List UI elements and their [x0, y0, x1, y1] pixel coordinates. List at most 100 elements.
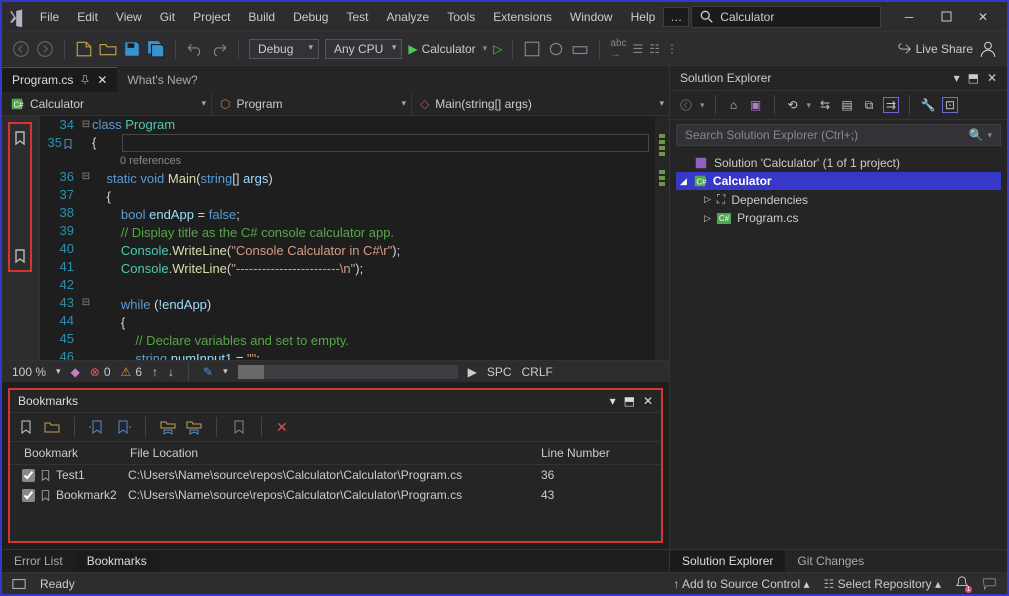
se-close-icon[interactable]: ✕ — [987, 71, 997, 85]
nav-up-icon[interactable]: ↑ — [152, 365, 158, 379]
se-pin-icon[interactable]: ⬒ — [968, 71, 979, 85]
maximize-button[interactable] — [928, 5, 964, 29]
menu-git[interactable]: Git — [152, 6, 183, 28]
se-options-icon[interactable]: ▾ — [954, 71, 960, 85]
se-copy-icon[interactable]: ⧉ — [861, 97, 877, 113]
menu-overflow-button[interactable]: … — [663, 7, 689, 27]
bookmark-glyph-icon[interactable] — [12, 130, 28, 146]
se-show-all-icon[interactable]: ▤ — [839, 97, 855, 113]
brush-icon[interactable]: ✎ — [203, 365, 213, 379]
panel-close-icon[interactable]: ✕ — [643, 394, 653, 408]
new-icon[interactable] — [75, 40, 93, 58]
nav-down-icon[interactable]: ↓ — [168, 365, 174, 379]
output-icon[interactable] — [12, 578, 26, 590]
zoom[interactable]: 100 % — [12, 365, 46, 379]
bookmark-delete-icon[interactable]: ✕ — [276, 419, 288, 436]
bookmark-toggle-icon[interactable] — [18, 419, 34, 435]
se-tree[interactable]: Solution 'Calculator' (1 of 1 project) ◢… — [670, 150, 1007, 549]
notifications-icon[interactable]: 1 — [955, 575, 969, 592]
bm-col-file[interactable]: File Location — [130, 446, 541, 460]
menu-project[interactable]: Project — [185, 6, 238, 28]
tab-bookmarks[interactable]: Bookmarks — [75, 550, 159, 572]
overview-ruler[interactable] — [655, 116, 669, 360]
bookmark-disable-icon[interactable] — [231, 419, 247, 435]
bookmark-checkbox[interactable] — [22, 489, 35, 502]
save-all-icon[interactable] — [147, 40, 165, 58]
start-no-debug-icon[interactable]: ▷ — [493, 42, 502, 56]
bookmark-prev-folder-icon[interactable] — [160, 419, 176, 435]
close-button[interactable]: ✕ — [965, 5, 1001, 29]
code-area[interactable]: 343536373839404142434445464748 ⊟⊟⊟ class… — [40, 116, 669, 360]
feedback-icon[interactable] — [983, 577, 997, 591]
live-share-button[interactable]: Live Share — [898, 42, 973, 56]
menu-window[interactable]: Window — [562, 6, 621, 28]
undo-icon[interactable] — [186, 40, 204, 58]
se-project-node[interactable]: ◢ C# Calculator — [676, 172, 1001, 190]
se-file-node[interactable]: ▷ C# Program.cs — [676, 209, 1001, 227]
se-search-box[interactable]: Search Solution Explorer (Ctrl+;) 🔍 ▾ — [676, 124, 1001, 146]
fold-column[interactable]: ⊟⊟⊟ — [80, 116, 92, 360]
source-control-button[interactable]: ↑ Add to Source Control ▴ — [673, 577, 809, 591]
se-switch-icon[interactable]: ▣ — [748, 97, 764, 113]
platform-dropdown[interactable]: Any CPU — [325, 39, 402, 59]
se-filter-icon[interactable]: ⇉ — [883, 97, 899, 113]
bookmark-glyph-icon[interactable] — [12, 248, 28, 264]
errors[interactable]: ⊗0 — [90, 365, 111, 379]
tool-icon-2[interactable] — [547, 40, 565, 58]
menu-view[interactable]: View — [108, 6, 150, 28]
se-collapse-icon[interactable]: ⇆ — [817, 97, 833, 113]
warnings[interactable]: ⚠6 — [121, 365, 142, 379]
se-solution-node[interactable]: Solution 'Calculator' (1 of 1 project) — [676, 154, 1001, 172]
bookmark-checkbox[interactable] — [22, 469, 35, 482]
forward-icon[interactable] — [36, 40, 54, 58]
nav-method[interactable]: ◇ Main(string[] args) — [412, 92, 669, 115]
nav-class[interactable]: ⬡ Program — [212, 92, 412, 115]
horizontal-scrollbar[interactable] — [238, 365, 458, 379]
menu-debug[interactable]: Debug — [285, 6, 336, 28]
code-lines[interactable]: class Program{0 references static void M… — [92, 116, 655, 360]
se-preview-icon[interactable]: ⊡ — [942, 97, 958, 113]
bookmark-next-folder-icon[interactable] — [186, 419, 202, 435]
config-dropdown[interactable]: Debug — [249, 39, 319, 59]
menu-tools[interactable]: Tools — [439, 6, 483, 28]
scroll-right-icon[interactable]: ▶ — [468, 365, 477, 379]
tab-close-icon[interactable]: ✕ — [97, 73, 107, 87]
save-icon[interactable] — [123, 40, 141, 58]
tab-program-cs[interactable]: Program.cs ✕ — [2, 67, 117, 92]
tab-solution-explorer[interactable]: Solution Explorer — [670, 550, 785, 572]
menu-edit[interactable]: Edit — [69, 6, 106, 28]
panel-options-icon[interactable]: ▾ — [610, 394, 616, 408]
tab-error-list[interactable]: Error List — [2, 550, 75, 572]
menu-analyze[interactable]: Analyze — [379, 6, 438, 28]
pin-icon[interactable] — [79, 74, 91, 86]
redo-icon[interactable] — [210, 40, 228, 58]
bookmark-row[interactable]: Test1C:\Users\Name\source\repos\Calculat… — [10, 465, 661, 485]
tool-comment-icon[interactable]: ☷ — [649, 42, 660, 56]
light-bulb-icon[interactable]: ◆ — [71, 365, 80, 379]
se-properties-icon[interactable]: 🔧 — [920, 97, 936, 113]
title-search-box[interactable]: Calculator — [691, 6, 881, 28]
menu-build[interactable]: Build — [240, 6, 283, 28]
tool-abc-icon[interactable]: abc→ — [610, 38, 626, 60]
menu-extensions[interactable]: Extensions — [485, 6, 560, 28]
menu-help[interactable]: Help — [623, 6, 664, 28]
tool-uncomment-icon[interactable]: ⋮ — [666, 42, 678, 56]
bookmark-folder-icon[interactable] — [44, 419, 60, 435]
start-button[interactable]: ▶Calculator▾ — [408, 42, 487, 56]
tool-indent-icon[interactable]: ☰ — [633, 42, 644, 56]
tab-git-changes[interactable]: Git Changes — [785, 550, 876, 572]
menu-file[interactable]: File — [32, 6, 67, 28]
back-icon[interactable] — [12, 40, 30, 58]
crlf[interactable]: CRLF — [522, 365, 553, 379]
panel-pin-icon[interactable]: ⬒ — [624, 394, 635, 408]
se-home-icon[interactable]: ⌂ — [726, 97, 742, 113]
bookmark-prev-icon[interactable] — [89, 419, 105, 435]
repo-button[interactable]: ☷ Select Repository ▴ — [823, 577, 941, 591]
spc[interactable]: SPC — [487, 365, 512, 379]
tab-whats-new[interactable]: What's New? — [117, 67, 207, 92]
tool-icon-3[interactable] — [571, 40, 589, 58]
bookmark-row[interactable]: Bookmark2C:\Users\Name\source\repos\Calc… — [10, 485, 661, 505]
minimize-button[interactable]: ─ — [891, 5, 927, 29]
menu-test[interactable]: Test — [338, 6, 376, 28]
tool-icon-1[interactable] — [523, 40, 541, 58]
